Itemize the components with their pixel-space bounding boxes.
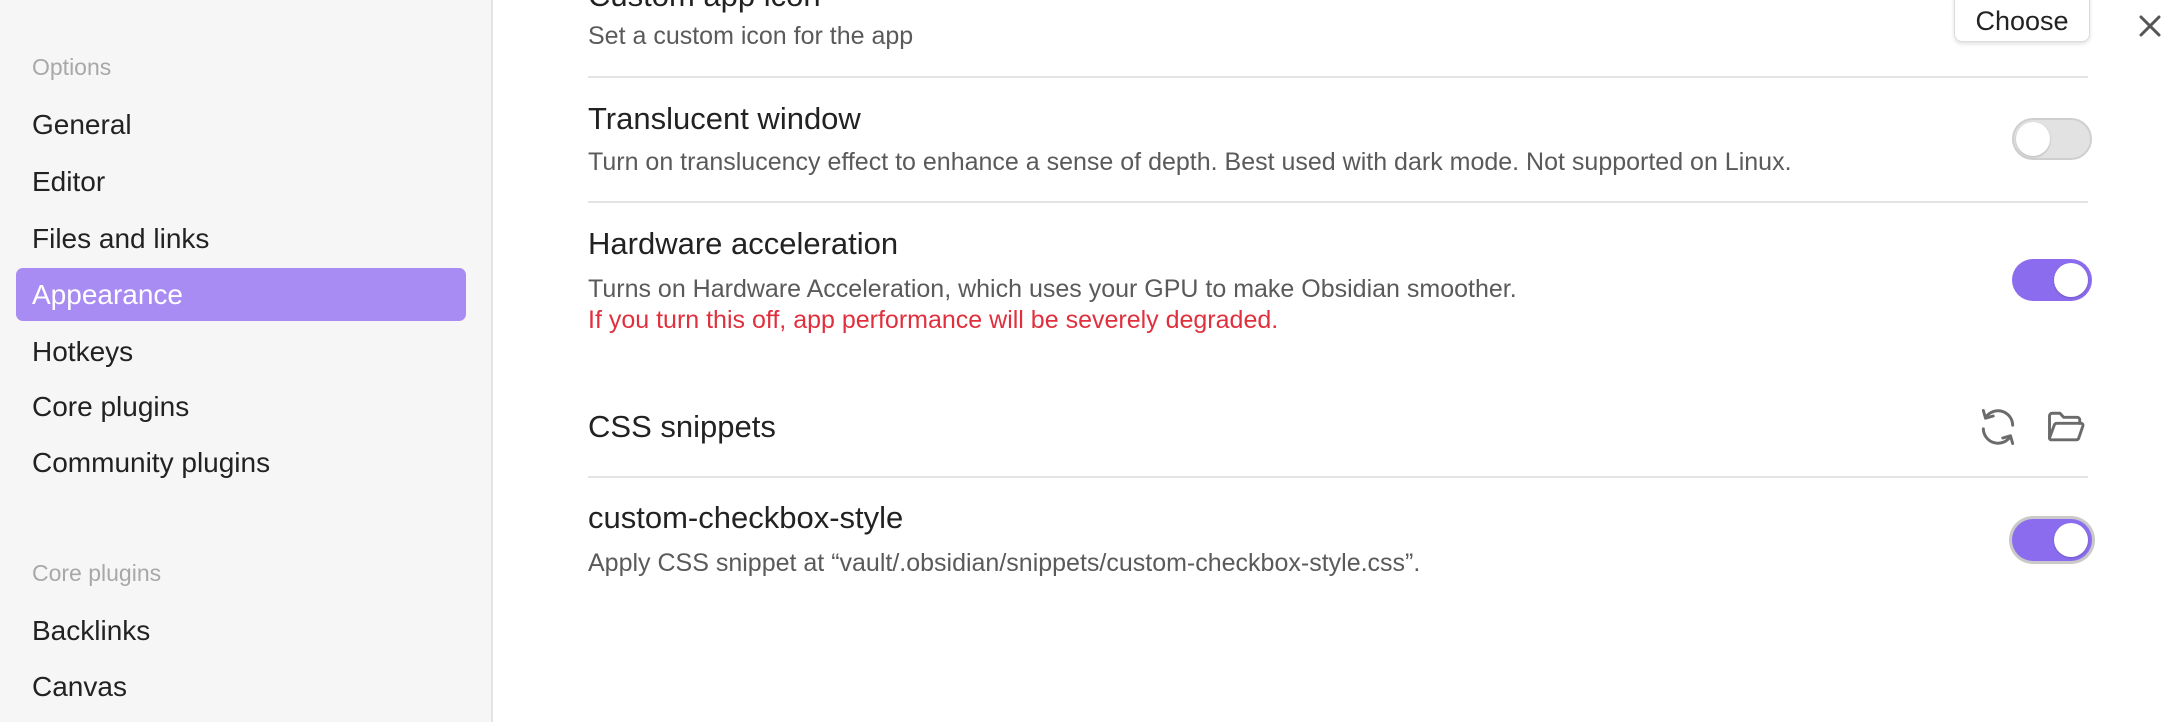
divider — [588, 476, 2088, 478]
sidebar-item-backlinks[interactable]: Backlinks — [16, 604, 466, 657]
setting-desc-hardware-acceleration: Turns on Hardware Acceleration, which us… — [588, 275, 1517, 303]
setting-desc-translucent-window: Turn on translucency effect to enhance a… — [588, 148, 1792, 176]
css-snippets-heading: CSS snippets — [588, 409, 776, 444]
toggle-knob — [2054, 263, 2088, 297]
sidebar-item-core-plugins[interactable]: Core plugins — [16, 380, 466, 433]
sidebar-item-community-plugins[interactable]: Community plugins — [16, 436, 466, 489]
divider — [588, 201, 2088, 203]
folder-open-icon[interactable] — [2044, 405, 2088, 449]
choose-icon-button[interactable]: Choose — [1954, 0, 2090, 42]
sidebar-item-editor[interactable]: Editor — [16, 155, 466, 208]
sidebar-item-hotkeys[interactable]: Hotkeys — [16, 325, 466, 378]
settings-modal: Options General Editor Files and links A… — [0, 0, 2180, 722]
close-icon[interactable] — [2130, 6, 2170, 46]
setting-title-custom-app-icon: Custom app icon — [588, 0, 821, 14]
sidebar-item-general[interactable]: General — [16, 98, 466, 151]
refresh-icon[interactable] — [1976, 405, 2020, 449]
hardware-acceleration-toggle[interactable] — [2012, 259, 2092, 301]
snippet-toggle[interactable] — [2012, 519, 2092, 561]
divider — [588, 76, 2088, 78]
settings-content: Custom app icon Set a custom icon for th… — [493, 0, 2180, 722]
setting-title-snippet: custom-checkbox-style — [588, 500, 904, 535]
sidebar-heading-options: Options — [32, 54, 112, 80]
sidebar-item-canvas[interactable]: Canvas — [16, 660, 466, 713]
setting-desc-custom-app-icon: Set a custom icon for the app — [588, 22, 914, 50]
setting-warning-hardware-acceleration: If you turn this off, app performance wi… — [588, 306, 1279, 334]
toggle-knob — [2054, 523, 2088, 557]
settings-sidebar: Options General Editor Files and links A… — [0, 0, 493, 722]
sidebar-item-appearance[interactable]: Appearance — [16, 268, 466, 321]
sidebar-item-files-and-links[interactable]: Files and links — [16, 212, 466, 265]
toggle-knob — [2016, 122, 2050, 156]
translucent-window-toggle[interactable] — [2012, 118, 2092, 160]
setting-title-translucent-window: Translucent window — [588, 101, 861, 136]
setting-desc-snippet: Apply CSS snippet at “vault/.obsidian/sn… — [588, 549, 1421, 577]
setting-title-hardware-acceleration: Hardware acceleration — [588, 226, 899, 261]
sidebar-heading-core-plugins: Core plugins — [32, 560, 162, 586]
